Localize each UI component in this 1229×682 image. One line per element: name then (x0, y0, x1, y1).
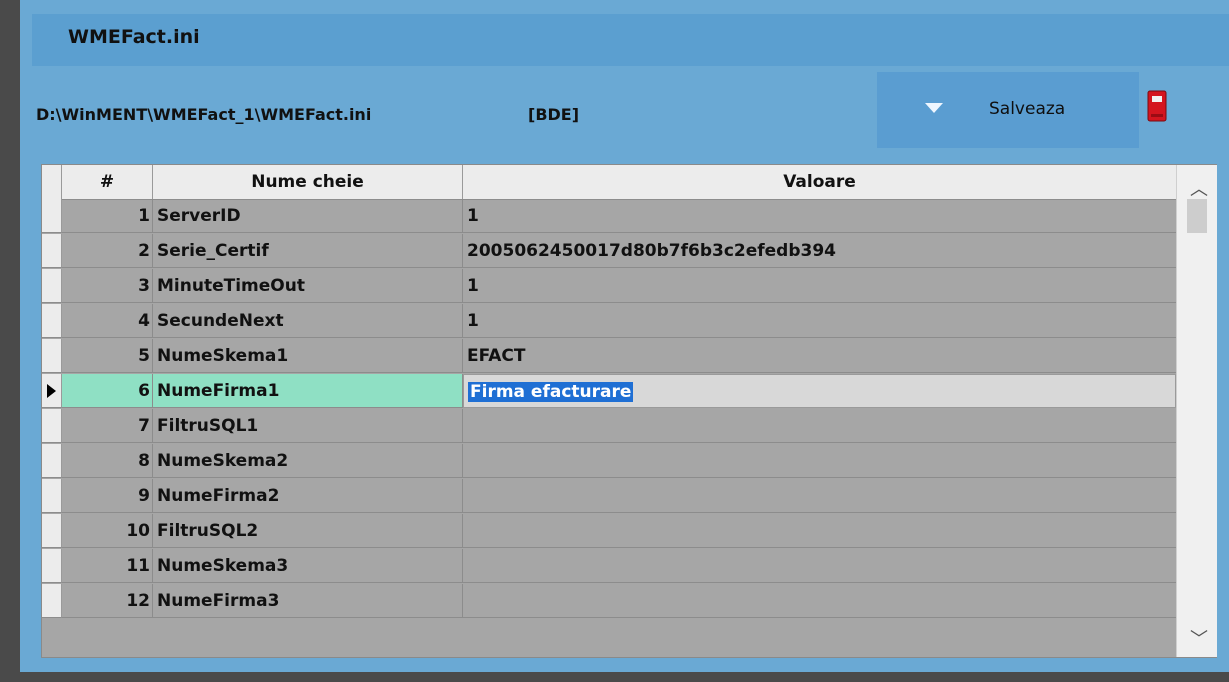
table-row[interactable]: 10 FiltruSQL2 (42, 514, 1176, 549)
cell-number[interactable]: 4 (62, 304, 153, 338)
current-row-arrow-icon (47, 384, 56, 398)
row-indicator[interactable] (42, 409, 62, 443)
cell-number[interactable]: 11 (62, 549, 153, 583)
cell-value[interactable]: 2005062450017d80b7f6b3c2efedb394 (463, 234, 1176, 268)
cell-value[interactable]: 1 (463, 269, 1176, 303)
cell-value[interactable] (463, 514, 1176, 548)
row-indicator[interactable] (42, 549, 62, 583)
cell-key-name[interactable]: NumeFirma3 (153, 584, 463, 618)
table-row[interactable]: 6 NumeFirma1 Firma efacturare (42, 374, 1176, 409)
cell-number[interactable]: 7 (62, 409, 153, 443)
cell-number[interactable]: 1 (62, 199, 153, 233)
scroll-up-icon[interactable]: ︿ (1190, 175, 1208, 201)
title-bar (32, 14, 1229, 66)
page-title: WMEFact.ini (68, 26, 200, 48)
scroll-down-icon[interactable]: ﹀ (1190, 625, 1208, 651)
table-row[interactable]: 12 NumeFirma3 (42, 584, 1176, 619)
row-indicator[interactable] (42, 304, 62, 338)
cell-value[interactable] (463, 549, 1176, 583)
cell-value[interactable]: 1 (463, 199, 1176, 233)
cell-value-editor[interactable]: Firma efacturare (463, 374, 1176, 408)
row-indicator[interactable] (42, 199, 62, 233)
row-indicator[interactable] (42, 374, 62, 408)
header-indicator (42, 165, 62, 199)
window-frame-left (0, 0, 20, 682)
cell-number[interactable]: 12 (62, 584, 153, 618)
table-row[interactable]: 9 NumeFirma2 (42, 479, 1176, 514)
selected-value-text[interactable]: Firma efacturare (468, 382, 634, 402)
cell-key-name[interactable]: Serie_Certif (153, 234, 463, 268)
cell-value[interactable] (463, 409, 1176, 443)
cell-key-name[interactable]: NumeSkema3 (153, 549, 463, 583)
save-button-label: Salveaza (989, 99, 1066, 119)
table-row[interactable]: 11 NumeSkema3 (42, 549, 1176, 584)
cell-key-name[interactable]: NumeFirma1 (153, 374, 463, 408)
row-indicator[interactable] (42, 584, 62, 618)
window-frame-bottom (0, 672, 1229, 682)
column-header-number[interactable]: # (62, 165, 153, 199)
table-row[interactable]: 5 NumeSkema1 EFACT (42, 339, 1176, 374)
cell-number[interactable]: 10 (62, 514, 153, 548)
cell-value[interactable] (463, 584, 1176, 618)
row-indicator[interactable] (42, 234, 62, 268)
table-row[interactable]: 3 MinuteTimeOut 1 (42, 269, 1176, 304)
cell-key-name[interactable]: FiltruSQL1 (153, 409, 463, 443)
cell-number[interactable]: 5 (62, 339, 153, 373)
table-row[interactable]: 8 NumeSkema2 (42, 444, 1176, 479)
exit-door-icon[interactable] (1147, 90, 1167, 122)
grid-header: # Nume cheie Valoare (42, 165, 1176, 200)
cell-key-name[interactable]: ServerID (153, 199, 463, 233)
ini-grid: # Nume cheie Valoare 1 ServerID 1 2 Serie_Ce… (41, 164, 1217, 658)
row-indicator[interactable] (42, 444, 62, 478)
row-indicator[interactable] (42, 269, 62, 303)
cell-key-name[interactable]: SecundeNext (153, 304, 463, 338)
column-header-value[interactable]: Valoare (463, 165, 1176, 199)
cell-value[interactable]: 1 (463, 304, 1176, 338)
cell-number[interactable]: 8 (62, 444, 153, 478)
row-indicator[interactable] (42, 339, 62, 373)
row-indicator[interactable] (42, 514, 62, 548)
cell-value[interactable] (463, 444, 1176, 478)
scrollbar-thumb[interactable] (1187, 199, 1207, 233)
cell-value[interactable] (463, 479, 1176, 513)
save-button[interactable]: Salveaza (877, 72, 1139, 148)
table-row[interactable]: 2 Serie_Certif 2005062450017d80b7f6b3c2efe… (42, 234, 1176, 269)
cell-key-name[interactable]: NumeFirma2 (153, 479, 463, 513)
cell-number[interactable]: 2 (62, 234, 153, 268)
driver-label: [BDE] (528, 105, 580, 124)
cell-key-name[interactable]: NumeSkema2 (153, 444, 463, 478)
cell-key-name[interactable]: NumeSkema1 (153, 339, 463, 373)
table-row[interactable]: 4 SecundeNext 1 (42, 304, 1176, 339)
ini-file-path: D:\WinMENT\WMEFact_1\WMEFact.ini (36, 105, 372, 124)
dropdown-arrow-icon (925, 103, 943, 113)
cell-number[interactable]: 9 (62, 479, 153, 513)
cell-value[interactable]: EFACT (463, 339, 1176, 373)
cell-key-name[interactable]: MinuteTimeOut (153, 269, 463, 303)
vertical-scrollbar[interactable]: ︿ ﹀ (1176, 165, 1217, 657)
cell-key-name[interactable]: FiltruSQL2 (153, 514, 463, 548)
table-row[interactable]: 7 FiltruSQL1 (42, 409, 1176, 444)
column-header-key-name[interactable]: Nume cheie (153, 165, 463, 199)
table-row[interactable]: 1 ServerID 1 (42, 199, 1176, 234)
cell-number[interactable]: 3 (62, 269, 153, 303)
row-indicator[interactable] (42, 479, 62, 513)
cell-number[interactable]: 6 (62, 374, 153, 408)
